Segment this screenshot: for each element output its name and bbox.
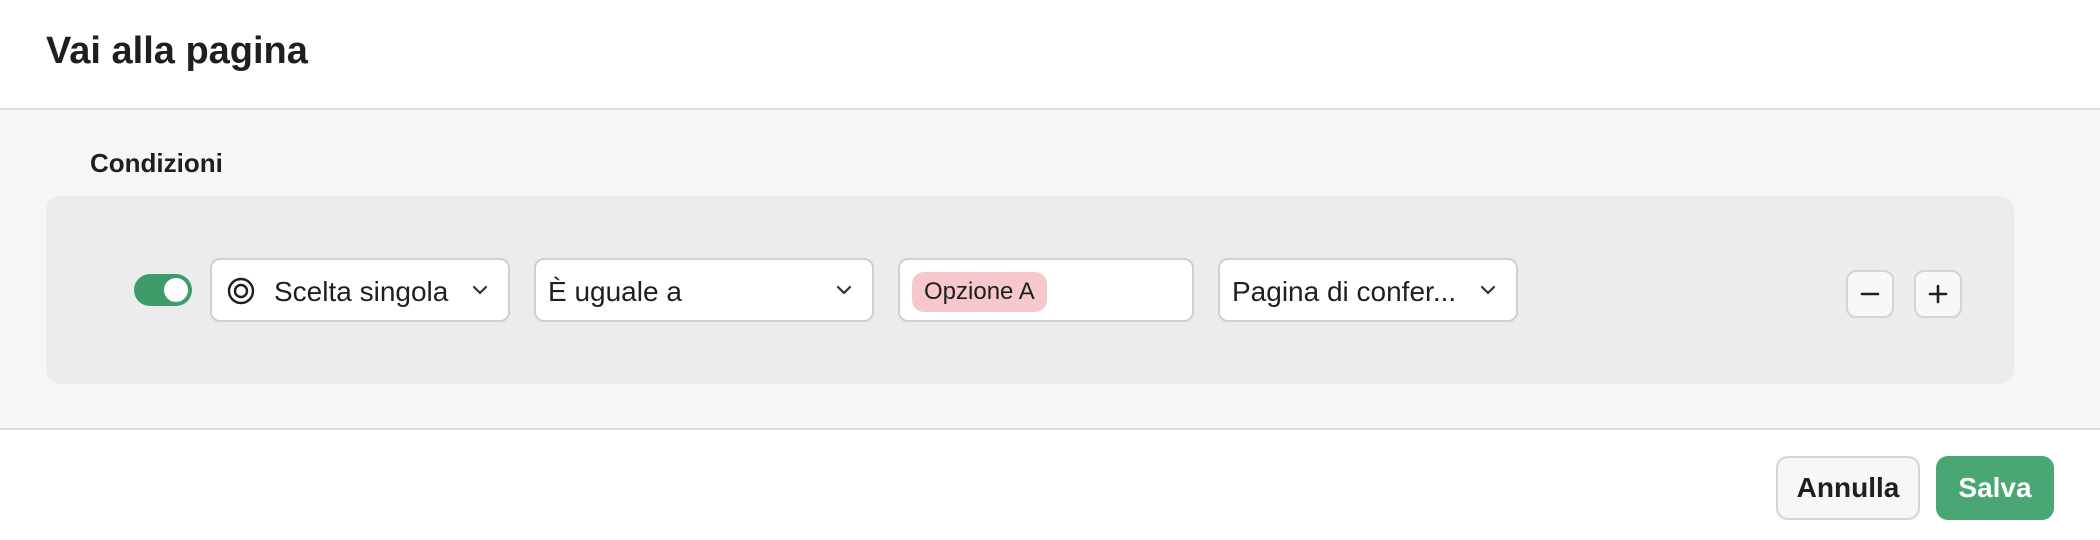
dialog-header: Vai alla pagina: [0, 0, 2100, 110]
condition-enabled-toggle[interactable]: [134, 274, 192, 306]
chevron-down-icon: [1480, 285, 1496, 295]
cancel-button[interactable]: Annulla: [1776, 456, 1920, 520]
target-page-select[interactable]: Pagina di confer...: [1218, 258, 1518, 322]
chevron-down-icon: [472, 285, 488, 295]
toggle-knob: [164, 278, 188, 302]
dialog-body: Condizioni Scelta singola È uguale a Opz…: [0, 110, 2100, 430]
target-page-label: Pagina di confer...: [1232, 276, 1457, 307]
operator-select[interactable]: È uguale a: [534, 258, 874, 322]
value-input[interactable]: Opzione A: [898, 258, 1194, 322]
option-chip[interactable]: Opzione A: [912, 272, 1047, 312]
plus-icon: [1928, 284, 1948, 304]
save-button[interactable]: Salva: [1936, 456, 2054, 520]
remove-condition-button[interactable]: [1846, 270, 1894, 318]
radio-target-icon: [227, 277, 255, 305]
field-type-select[interactable]: Scelta singola: [210, 258, 510, 322]
condition-row: Scelta singola È uguale a Opzione A Pagi…: [46, 196, 2014, 384]
minus-icon: [1860, 292, 1880, 296]
operator-label: È uguale a: [548, 276, 682, 307]
field-type-label: Scelta singola: [274, 276, 449, 307]
chevron-down-icon: [836, 285, 852, 295]
add-condition-button[interactable]: [1914, 270, 1962, 318]
dialog-title: Vai alla pagina: [46, 30, 308, 72]
conditions-label: Condizioni: [90, 148, 223, 178]
